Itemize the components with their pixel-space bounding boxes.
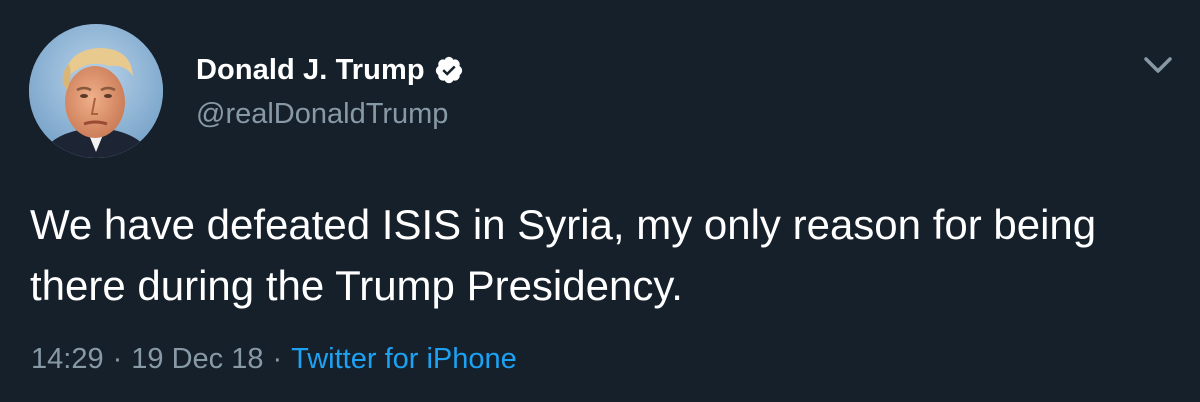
- tweet-time[interactable]: 14:29: [31, 343, 104, 375]
- avatar-image: [29, 24, 163, 158]
- meta-separator: ·: [112, 343, 123, 375]
- tweet-text: We have defeated ISIS in Syria, my only …: [30, 201, 1097, 309]
- chevron-down-icon: [1144, 57, 1172, 73]
- tweet-source-link[interactable]: Twitter for iPhone: [291, 343, 517, 375]
- meta-separator: ·: [272, 343, 283, 375]
- author-avatar[interactable]: [29, 24, 163, 158]
- tweet-date[interactable]: 19 Dec 18: [131, 343, 263, 375]
- author-name-row: Donald J. Trump: [196, 50, 464, 90]
- tweet-meta: 14:29 · 19 Dec 18 · Twitter for iPhone: [31, 343, 517, 376]
- verified-badge-icon: [434, 55, 464, 85]
- author-handle[interactable]: @realDonaldTrump: [196, 98, 448, 131]
- tweet-menu-button[interactable]: [1138, 44, 1178, 84]
- tweet-card: Donald J. Trump @realDonaldTrump We have…: [0, 0, 1200, 402]
- author-display-name[interactable]: Donald J. Trump: [196, 54, 425, 87]
